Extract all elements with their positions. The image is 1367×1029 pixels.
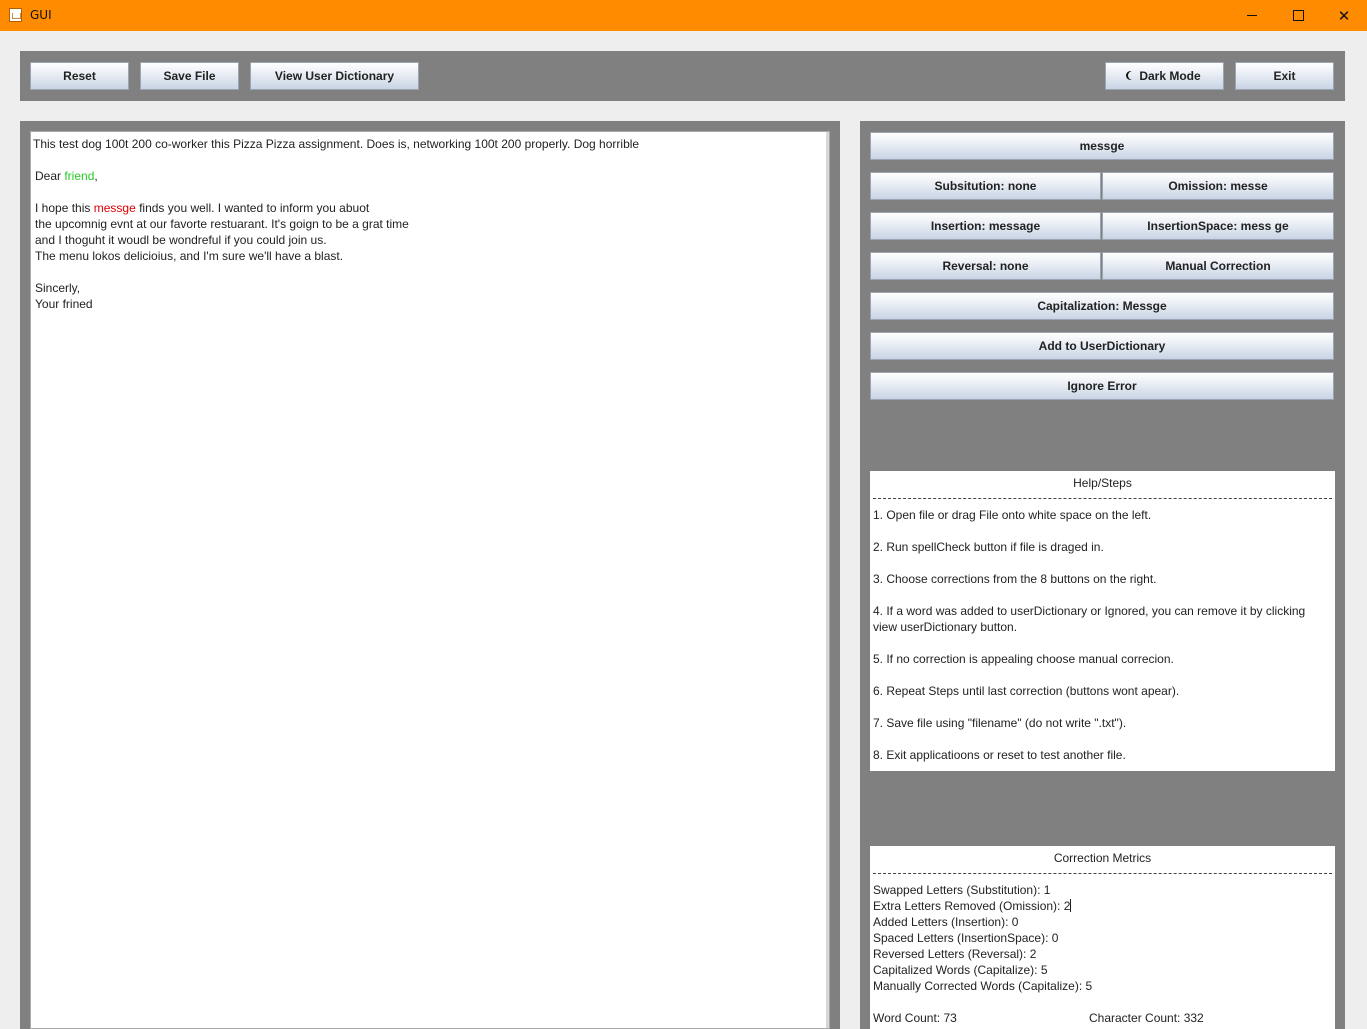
help-step: 2. Run spellCheck button if file is drag…: [873, 540, 1104, 554]
help-title: Help/Steps: [1073, 476, 1132, 490]
reset-button[interactable]: Reset: [30, 62, 129, 90]
exit-button[interactable]: Exit: [1235, 62, 1334, 90]
help-step: 3. Choose corrections from the 8 buttons…: [873, 572, 1157, 586]
manual-correction-button[interactable]: Manual Correction: [1102, 252, 1334, 280]
metric-capitalized: Capitalized Words (Capitalize): 5: [873, 963, 1048, 977]
text-caret: [1070, 899, 1072, 912]
editor-line: This test dog 100t 200 co-worker this Pi…: [33, 137, 640, 151]
omission-button[interactable]: Omission: messe: [1102, 172, 1334, 200]
insertion-button[interactable]: Insertion: message: [870, 212, 1101, 240]
editor-scrollbar[interactable]: [826, 132, 829, 1028]
moon-icon: [1128, 71, 1137, 80]
view-user-dictionary-button[interactable]: View User Dictionary: [250, 62, 419, 90]
editor-line: Your frined: [35, 297, 93, 311]
editor-line: I hope this messge finds you well. I wan…: [35, 201, 370, 215]
editor-line: and I thoguht it woudl be wondreful if y…: [35, 233, 327, 247]
help-step: view userDictionary button.: [873, 620, 1018, 634]
ignore-error-button[interactable]: Ignore Error: [870, 372, 1334, 400]
accepted-word: friend: [64, 169, 95, 183]
reversal-button[interactable]: Reversal: none: [870, 252, 1101, 280]
editor-line: the upcomnig evnt at our favorte restuar…: [35, 217, 409, 231]
correction-metrics-box: Correction Metrics Swapped Letters (Subs…: [870, 846, 1335, 1029]
help-step: 5. If no correction is appealing choose …: [873, 652, 1174, 666]
dark-mode-button[interactable]: Dark Mode: [1105, 62, 1224, 90]
help-step: 8. Exit applicatioons or reset to test a…: [873, 748, 1126, 762]
character-count: Character Count: 332: [1089, 1011, 1204, 1025]
insertion-space-button[interactable]: InsertionSpace: mess ge: [1102, 212, 1334, 240]
help-step: 7. Save file using "filename" (do not wr…: [873, 716, 1127, 730]
add-to-user-dictionary-button[interactable]: Add to UserDictionary: [870, 332, 1334, 360]
metric-added: Added Letters (Insertion): 0: [873, 915, 1019, 929]
text-editor[interactable]: This test dog 100t 200 co-worker this Pi…: [30, 131, 830, 1029]
title-bar: GUI ✕: [0, 0, 1367, 31]
editor-line: The menu lokos delicioius, and I'm sure …: [35, 249, 344, 263]
substitution-button[interactable]: Subsitution: none: [870, 172, 1101, 200]
metric-extra-removed: Extra Letters Removed (Omission): 2: [873, 899, 1072, 913]
maximize-icon[interactable]: [1275, 0, 1321, 31]
word-count: Word Count: 73: [873, 1011, 957, 1025]
editor-greeting: Dear friend,: [35, 169, 98, 183]
capitalization-button[interactable]: Capitalization: Messge: [870, 292, 1334, 320]
help-steps-box: Help/Steps 1. Open file or drag File ont…: [870, 471, 1335, 771]
metrics-title: Correction Metrics: [1053, 851, 1152, 865]
java-app-icon: [9, 8, 22, 22]
corrections-panel: messge Subsitution: none Omission: messe…: [860, 121, 1345, 1029]
minimize-icon[interactable]: [1229, 0, 1275, 31]
save-file-button[interactable]: Save File: [140, 62, 239, 90]
window-title: GUI: [30, 8, 52, 22]
dark-mode-label: Dark Mode: [1139, 69, 1201, 83]
close-icon[interactable]: ✕: [1321, 0, 1367, 31]
help-step: 4. If a word was added to userDictionary…: [873, 604, 1306, 618]
divider: [873, 498, 1332, 499]
metric-spaced: Spaced Letters (InsertionSpace): 0: [873, 931, 1059, 945]
help-step: 6. Repeat Steps until last correction (b…: [873, 684, 1180, 698]
metric-swapped: Swapped Letters (Substitution): 1: [873, 883, 1051, 897]
current-word-button[interactable]: messge: [870, 132, 1334, 160]
metric-reversed: Reversed Letters (Reversal): 2: [873, 947, 1037, 961]
editor-line: Sincerly,: [35, 281, 81, 295]
help-step: 1. Open file or drag File onto white spa…: [873, 508, 1152, 522]
divider: [873, 873, 1332, 874]
editor-panel: This test dog 100t 200 co-worker this Pi…: [20, 121, 840, 1029]
metric-manual: Manually Corrected Words (Capitalize): 5: [873, 979, 1093, 993]
error-word: messge: [93, 201, 136, 215]
top-toolbar: Reset Save File View User Dictionary Dar…: [20, 51, 1345, 101]
